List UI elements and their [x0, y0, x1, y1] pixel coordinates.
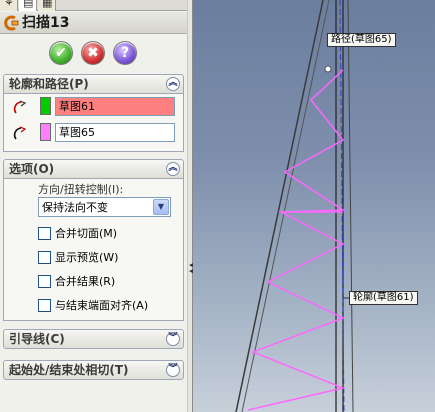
tab-property-manager[interactable]: ▤ — [19, 0, 37, 11]
tab-feature-tree[interactable]: ⚘ — [0, 0, 18, 11]
section-title-guide-curves: 引导线(C) — [9, 332, 65, 346]
checkbox-label: 显示预览(W) — [55, 251, 119, 264]
helix-profile-curve — [247, 69, 346, 411]
section-header-tangency[interactable]: 起始处/结束处相切(T) ︾ — [3, 360, 184, 380]
collapse-chevron-icon[interactable]: ︽ — [166, 162, 180, 176]
checkbox-box[interactable] — [38, 251, 51, 264]
collapse-chevron-icon[interactable]: ︽ — [166, 77, 180, 91]
checkbox-box[interactable] — [38, 299, 51, 312]
section-header-profile-path[interactable]: 轮廓和路径(P) ︽ — [3, 74, 184, 94]
checkbox-label: 合并结果(R) — [55, 275, 116, 288]
path-start-point — [324, 65, 332, 73]
section-title-tangency: 起始处/结束处相切(T) — [9, 363, 129, 377]
path-callout-text: 路径(草图65) — [331, 34, 392, 45]
path-selection-box[interactable]: 草图65 — [55, 123, 175, 142]
section-header-guide-curves[interactable]: 引导线(C) ︾ — [3, 329, 184, 349]
profile-callout-text: 轮廓(草图61) — [353, 292, 414, 303]
configuration-icon: ▦ — [42, 0, 53, 9]
orientation-twist-value: 保持法向不变 — [42, 201, 108, 214]
section-title-profile-path: 轮廓和路径(P) — [9, 77, 89, 91]
help-icon: ? — [120, 45, 130, 61]
section-body-profile-path: 草图61 草图65 — [3, 94, 184, 152]
body-edge-right — [347, 0, 354, 412]
chevron-down-icon[interactable]: ▼ — [153, 199, 169, 215]
feature-tree-icon: ⚘ — [4, 0, 14, 9]
checkbox-box[interactable] — [38, 275, 51, 288]
path-selection-value: 草图65 — [59, 126, 95, 139]
graphics-area[interactable]: 路径(草图65) 轮廓(草图61) — [193, 0, 435, 412]
body-edge-left — [235, 0, 324, 412]
property-manager: ⚘ ▤ ▦ 扫描13 ✔ ✖ ? 轮廓和路径(P) ︽ 草图61 草图65 选项… — [0, 0, 188, 412]
orientation-twist-label: 方向/扭转控制(I): — [38, 183, 124, 196]
path-callout-label[interactable]: 路径(草图65) — [327, 33, 396, 47]
path-selector-icon — [13, 126, 27, 140]
checkbox-label: 合并切面(M) — [55, 227, 118, 240]
profile-selection-box[interactable]: 草图61 — [55, 97, 175, 116]
checkbox-label: 与结束端面对齐(A) — [55, 299, 149, 312]
profile-selector-icon — [13, 100, 27, 114]
feature-title-bar: 扫描13 — [0, 12, 188, 34]
checkbox-box[interactable] — [38, 227, 51, 240]
cancel-button[interactable]: ✖ — [81, 41, 105, 65]
profile-selection-value: 草图61 — [59, 100, 95, 113]
ok-button[interactable]: ✔ — [49, 41, 73, 65]
panel-tab-strip: ⚘ ▤ ▦ — [0, 0, 188, 11]
help-button[interactable]: ? — [113, 41, 137, 65]
body-edge-left-inner — [241, 0, 330, 412]
sweep-feature-icon — [4, 15, 19, 31]
document-icon: ▤ — [23, 0, 34, 9]
profile-callout-label[interactable]: 轮廓(草图61) — [349, 291, 418, 305]
check-icon: ✔ — [55, 45, 67, 61]
expand-chevron-icon[interactable]: ︾ — [166, 363, 180, 377]
path-color-swatch — [40, 123, 51, 141]
profile-color-swatch — [40, 97, 51, 115]
section-title-options: 选项(O) — [9, 162, 55, 176]
close-icon: ✖ — [87, 45, 99, 61]
orientation-twist-dropdown[interactable]: 保持法向不变 ▼ — [38, 197, 171, 217]
model-view — [235, 0, 354, 412]
section-header-options[interactable]: 选项(O) ︽ — [3, 159, 184, 179]
expand-chevron-icon[interactable]: ︾ — [166, 332, 180, 346]
tab-configuration[interactable]: ▦ — [38, 0, 56, 11]
feature-title: 扫描13 — [22, 15, 70, 31]
